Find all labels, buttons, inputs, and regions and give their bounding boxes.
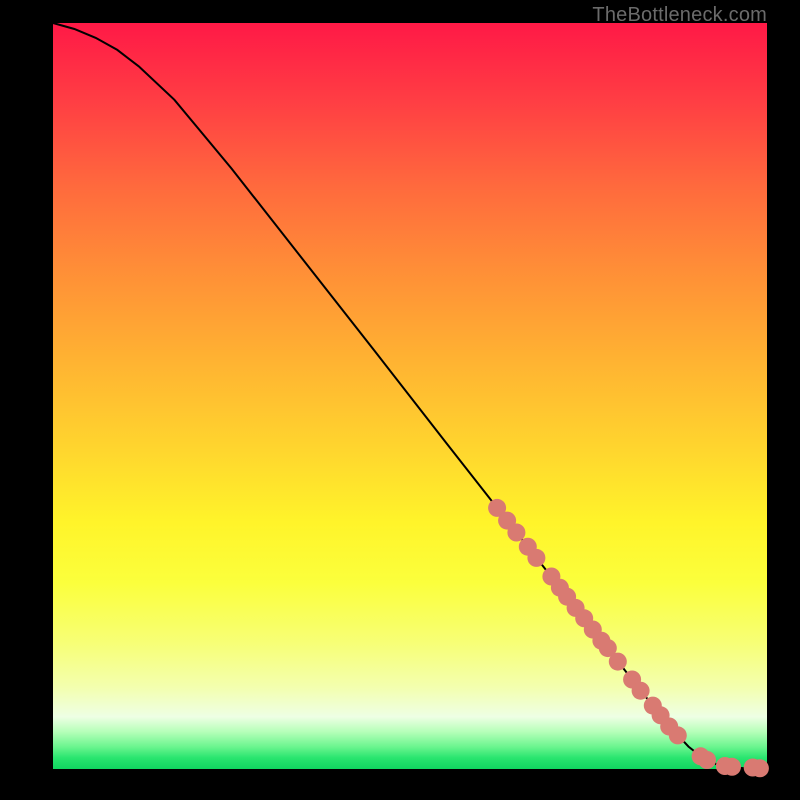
data-marker bbox=[527, 549, 545, 567]
data-marker bbox=[751, 759, 769, 777]
curve-line bbox=[53, 23, 767, 768]
chart-frame: TheBottleneck.com bbox=[0, 0, 800, 800]
plot-area bbox=[53, 23, 767, 769]
data-marker bbox=[723, 758, 741, 776]
data-marker bbox=[669, 726, 687, 744]
data-marker bbox=[698, 751, 716, 769]
watermark-text: TheBottleneck.com bbox=[592, 4, 767, 27]
data-marker bbox=[507, 524, 525, 542]
data-marker bbox=[632, 682, 650, 700]
data-marker bbox=[609, 653, 627, 671]
chart-svg bbox=[53, 23, 767, 769]
marker-group bbox=[488, 499, 769, 777]
